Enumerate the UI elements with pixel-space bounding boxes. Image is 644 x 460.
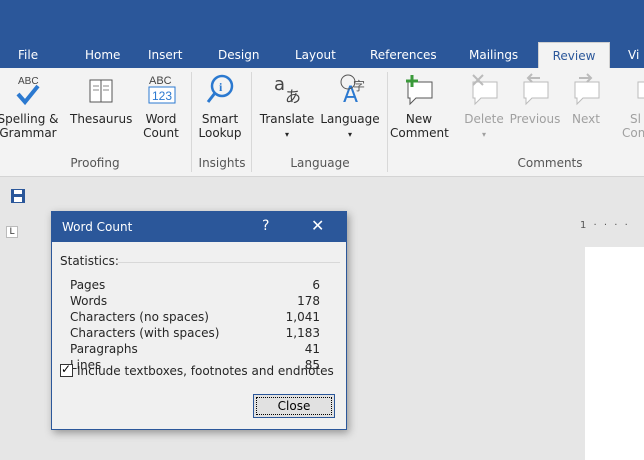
tab-mailings[interactable]: Mailings <box>469 42 518 68</box>
stat-row: Words 178 <box>70 294 320 310</box>
svg-text:123: 123 <box>152 89 172 103</box>
tab-home[interactable]: Home <box>85 42 120 68</box>
stat-value: 1,041 <box>285 310 320 324</box>
word-count-icon: ABC 123 <box>148 75 176 104</box>
show-comments-label-2: Com <box>622 126 644 140</box>
delete-comment-button[interactable]: Delete ▾ <box>462 72 506 142</box>
tab-view[interactable]: Vi <box>628 42 639 68</box>
word-count-label-2: Count <box>143 126 179 140</box>
delete-comment-icon <box>472 74 498 106</box>
ribbon-tab-bar: File Home Insert Design Layout Reference… <box>0 42 644 69</box>
include-textboxes-label: Include textboxes, footnotes and endnote… <box>77 364 334 378</box>
group-separator <box>251 72 252 172</box>
new-comment-button[interactable]: New Comment <box>390 72 449 140</box>
spelling-grammar-button[interactable]: ABC Spelling & Grammar <box>0 72 64 140</box>
smart-lookup-label-1: Smart <box>201 112 239 126</box>
close-button[interactable]: Close <box>253 394 335 418</box>
delete-dropdown-arrow[interactable]: ▾ <box>482 130 486 139</box>
group-separator <box>387 72 388 172</box>
statistics-divider <box>118 262 340 263</box>
svg-text:a: a <box>274 74 285 95</box>
stat-row: Characters (with spaces) 1,183 <box>70 326 320 342</box>
language-label: Language <box>320 112 380 126</box>
dialog-title-bar[interactable]: Word Count ? ✕ <box>52 212 346 242</box>
spelling-check-icon: ABC <box>16 76 40 106</box>
include-textboxes-checkbox[interactable]: Include textboxes, footnotes and endnote… <box>60 362 334 378</box>
thesaurus-label: Thesaurus <box>70 112 133 126</box>
next-comment-icon <box>574 73 600 106</box>
close-x-button[interactable]: ✕ <box>311 216 324 235</box>
new-comment-icon <box>406 75 433 106</box>
smart-lookup-label-2: Lookup <box>198 126 242 140</box>
svg-text:あ: あ <box>285 87 301 106</box>
group-label-language: Language <box>290 156 350 170</box>
stat-value: 178 <box>297 294 320 308</box>
previous-comment-button[interactable]: Previous <box>508 72 562 126</box>
translate-icon: a あ <box>274 74 301 106</box>
tab-file[interactable]: File <box>18 42 38 68</box>
spelling-label-2: Grammar <box>0 126 57 140</box>
translate-label: Translate <box>259 112 315 126</box>
next-comment-button[interactable]: Next <box>566 72 606 126</box>
language-button[interactable]: A 字 Language ▾ <box>318 72 382 142</box>
dialog-title: Word Count <box>62 220 133 234</box>
tab-insert[interactable]: Insert <box>148 42 182 68</box>
statistics-heading: Statistics: <box>60 254 119 268</box>
group-label-insights: Insights <box>198 156 246 170</box>
svg-text:ABC: ABC <box>149 75 172 87</box>
stat-label: Characters (with spaces) <box>70 326 220 340</box>
checkbox-checked-icon[interactable] <box>60 362 73 377</box>
spelling-label-1: Spelling & <box>0 112 59 126</box>
stat-label: Paragraphs <box>70 342 138 356</box>
document-page[interactable] <box>585 247 644 460</box>
stat-label: Words <box>70 294 108 308</box>
tab-review[interactable]: Review <box>538 42 610 69</box>
translate-dropdown-arrow[interactable]: ▾ <box>285 130 289 139</box>
tab-design[interactable]: Design <box>218 42 259 68</box>
show-comments-button[interactable]: Sl Com <box>616 72 644 140</box>
tab-stop-selector[interactable]: L <box>6 226 18 238</box>
ribbon: ABC Spelling & Grammar Thesaurus ABC 123… <box>0 68 644 177</box>
word-count-button[interactable]: ABC 123 Word Count <box>138 72 184 140</box>
stat-label: Characters (no spaces) <box>70 310 209 324</box>
horizontal-ruler: 1 · · · · <box>580 220 630 231</box>
show-comments-label-1: Sl <box>630 112 641 126</box>
thesaurus-book-icon <box>89 79 113 103</box>
language-dropdown-arrow[interactable]: ▾ <box>348 130 352 139</box>
stat-row: Pages 6 <box>70 278 320 294</box>
previous-label: Previous <box>509 112 561 126</box>
svg-text:字: 字 <box>353 78 365 93</box>
group-separator <box>191 72 192 172</box>
stat-value: 6 <box>312 278 320 292</box>
stat-value: 1,183 <box>285 326 320 340</box>
group-label-proofing: Proofing <box>70 156 120 170</box>
tab-references[interactable]: References <box>370 42 437 68</box>
new-comment-label-1: New <box>405 112 433 126</box>
new-comment-label-2: Comment <box>390 126 449 140</box>
word-count-label-1: Word <box>145 112 177 126</box>
next-label: Next <box>572 112 600 126</box>
stat-row: Characters (no spaces) 1,041 <box>70 310 320 326</box>
help-button[interactable]: ? <box>262 218 269 234</box>
svg-text:i: i <box>219 80 223 94</box>
smart-lookup-icon: i <box>206 74 234 103</box>
translate-button[interactable]: a あ Translate ▾ <box>256 72 318 142</box>
stat-value: 41 <box>304 342 320 356</box>
language-globe-icon: A 字 <box>340 74 365 108</box>
group-label-comments: Comments <box>517 156 583 170</box>
window-title-bar <box>0 0 644 42</box>
svg-text:ABC: ABC <box>18 76 39 87</box>
previous-comment-icon <box>523 73 549 106</box>
show-comments-icon <box>637 81 644 99</box>
delete-label: Delete <box>464 112 504 126</box>
stat-row: Paragraphs 41 <box>70 342 320 358</box>
tab-layout[interactable]: Layout <box>295 42 336 68</box>
smart-lookup-button[interactable]: i Smart Lookup <box>194 72 246 140</box>
save-icon[interactable] <box>10 188 26 204</box>
thesaurus-button[interactable]: Thesaurus <box>70 72 132 126</box>
word-count-dialog: Word Count ? ✕ Statistics: Pages 6 Words… <box>51 211 347 430</box>
stat-label: Pages <box>70 278 106 292</box>
